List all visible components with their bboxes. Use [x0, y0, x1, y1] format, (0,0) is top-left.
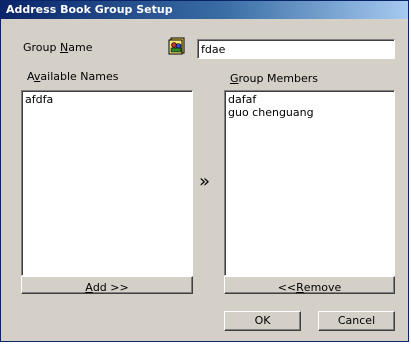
available-names-label: Available Names	[27, 70, 119, 83]
address-book-icon	[168, 37, 185, 55]
cancel-button[interactable]: Cancel	[318, 311, 395, 331]
group-members-list[interactable]: dafaf guo chenguang	[224, 90, 395, 276]
list-item[interactable]: guo chenguang	[228, 106, 391, 119]
remove-button[interactable]: << Remove	[224, 276, 395, 294]
group-name-label: Group Name	[23, 41, 93, 54]
group-name-field[interactable]	[197, 39, 395, 59]
transfer-arrow: »	[199, 171, 211, 192]
window-title: Address Book Group Setup	[6, 3, 173, 16]
list-item[interactable]: dafaf	[228, 93, 391, 106]
title-bar[interactable]: Address Book Group Setup	[1, 1, 408, 19]
add-button[interactable]: Add >>	[21, 276, 193, 294]
address-book-group-setup-window: Address Book Group Setup Group Name Avai…	[0, 0, 409, 342]
group-members-label: Group Members	[230, 72, 318, 85]
group-name-input[interactable]	[198, 40, 394, 58]
available-names-list[interactable]: afdfa	[21, 90, 193, 276]
ok-button[interactable]: OK	[224, 311, 301, 331]
list-item[interactable]: afdfa	[25, 93, 189, 106]
